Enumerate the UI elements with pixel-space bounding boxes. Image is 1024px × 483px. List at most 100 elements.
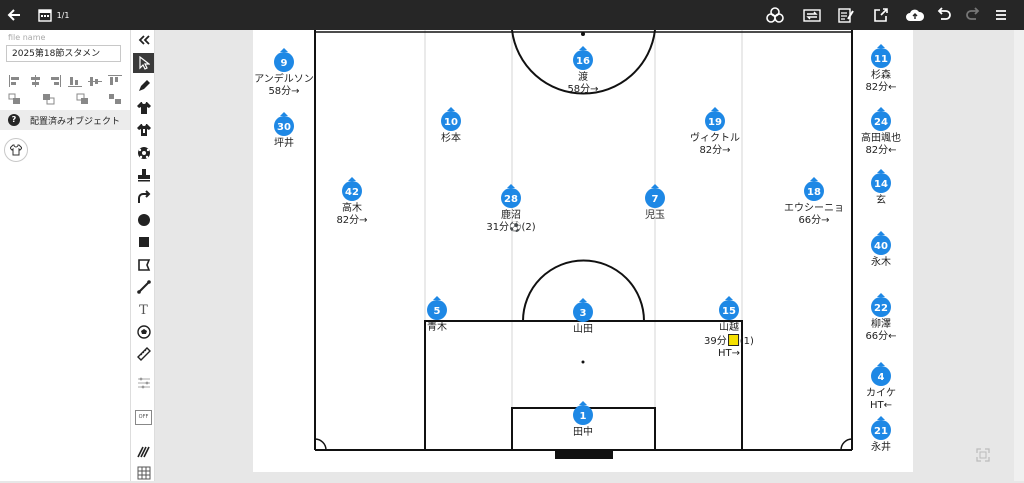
player-number: 14	[874, 179, 888, 190]
swap-icon[interactable]	[800, 0, 824, 30]
player-name: 高木 82分→	[336, 203, 368, 226]
circle-tool-icon[interactable]	[133, 210, 154, 230]
player-number-badge: 16	[573, 46, 593, 70]
player-number: 1	[580, 411, 587, 422]
menu-icon[interactable]	[992, 0, 1010, 30]
player-number: 4	[878, 372, 885, 383]
align-top-icon[interactable]	[108, 72, 122, 85]
formation-grid-icon[interactable]	[133, 373, 154, 393]
player-name: 渡 58分→	[567, 72, 599, 95]
player-number: 30	[277, 122, 291, 133]
send-back-icon[interactable]	[76, 90, 90, 104]
top-toolbar: 1/1	[0, 0, 1024, 30]
toggle-off-label: OFF	[135, 409, 152, 425]
collapse-icon[interactable]	[133, 30, 154, 50]
player-name: 玄	[876, 195, 886, 206]
player-number: 5	[434, 306, 441, 317]
player-name: 鹿沼 31分⚽(2)	[486, 210, 536, 233]
player-number: 21	[874, 426, 888, 437]
align-middle-icon[interactable]	[88, 72, 102, 86]
pitch-canvas[interactable]: 16 渡 58分→ 10 杉本 19 ヴィクトル 82分→ 42 高木 82分→ 28…	[253, 30, 913, 472]
player-name: アンデルソン 58分→	[254, 74, 314, 97]
placed-objects-label: 配置済みオブジェクト	[30, 117, 121, 127]
align-right-icon[interactable]	[48, 72, 62, 87]
align-center-h-icon[interactable]	[28, 72, 42, 87]
ungroup-icon[interactable]	[108, 90, 122, 104]
calendar-icon[interactable]	[36, 0, 54, 30]
tool-strip: T OFF	[130, 30, 155, 481]
player-name: 青木	[427, 322, 447, 333]
ball-pattern-tool-icon[interactable]	[133, 322, 154, 342]
polygon-tool-icon[interactable]	[133, 255, 154, 275]
player-number-badge: 4	[871, 362, 891, 386]
player-name: 山田	[573, 324, 593, 335]
grid-pattern-tool-icon[interactable]	[133, 463, 154, 483]
player-number: 24	[874, 117, 888, 128]
player-number-badge: 11	[871, 44, 891, 68]
placed-objects-header[interactable]: ? 配置済みオブジェクト	[0, 110, 130, 130]
player-name: 杉森 82分←	[865, 70, 897, 93]
player-number-badge: 10	[441, 107, 461, 131]
shirt-alt-tool-icon[interactable]	[133, 120, 154, 140]
align-bottom-icon[interactable]	[68, 72, 82, 87]
player-number-badge: 19	[705, 107, 725, 131]
toggle-off-button[interactable]: OFF	[133, 407, 154, 427]
player-number: 9	[281, 58, 288, 69]
player-number-badge: 7	[645, 184, 665, 208]
player-number-badge: 5	[427, 296, 447, 320]
player-number-badge: 9	[274, 48, 294, 72]
player-name: 田中	[573, 427, 593, 438]
player-name: 坪井	[274, 138, 294, 149]
text-tool-icon[interactable]: T	[133, 300, 154, 320]
help-icon[interactable]: ?	[8, 114, 20, 126]
player-name: 永井	[871, 442, 891, 453]
player-number-badge: 42	[342, 177, 362, 201]
back-arrow-icon[interactable]	[4, 0, 24, 30]
group-icon[interactable]	[8, 90, 22, 104]
pattern-tool-icon[interactable]	[133, 442, 154, 462]
pen-tool-icon[interactable]	[133, 76, 154, 96]
bring-front-icon[interactable]	[42, 90, 56, 105]
line-tool-icon[interactable]	[133, 277, 154, 297]
player-name: ヴィクトル 82分→	[690, 133, 740, 156]
player-number: 16	[576, 56, 590, 67]
edit-notes-icon[interactable]	[836, 0, 856, 30]
shirt-tool-icon[interactable]	[133, 98, 154, 118]
player-number-badge: 14	[871, 169, 891, 193]
player-name: カイケ HT←	[866, 388, 896, 411]
shirt-icon[interactable]	[4, 138, 28, 162]
cloud-upload-icon[interactable]	[904, 0, 926, 30]
player-number-badge: 21	[871, 416, 891, 440]
ruler-tool-icon[interactable]	[133, 344, 154, 364]
player-number-badge: 24	[871, 107, 891, 131]
stamp-tool-icon[interactable]	[133, 165, 154, 185]
share-icon[interactable]	[871, 0, 891, 30]
player-number: 18	[807, 187, 821, 198]
align-left-icon[interactable]	[8, 72, 22, 87]
player-number-badge: 30	[274, 112, 294, 136]
player-number: 3	[580, 308, 587, 319]
yellow-card-icon	[727, 334, 739, 346]
player-name: 児玉	[645, 210, 665, 221]
undo-icon[interactable]	[934, 0, 954, 30]
redo-icon[interactable]	[963, 0, 983, 30]
vertical-scrollbar[interactable]	[1014, 30, 1024, 481]
player-number: 7	[652, 194, 659, 205]
page-counter: 1/1	[56, 10, 70, 20]
rect-tool-icon[interactable]	[133, 232, 154, 252]
player-number: 22	[874, 303, 888, 314]
player-number-badge: 18	[804, 177, 824, 201]
player-name: 高田颯也 82分←	[861, 133, 901, 156]
player-number: 19	[708, 117, 722, 128]
formation-icon[interactable]	[764, 0, 786, 30]
pointer-tool-icon[interactable]	[133, 53, 154, 73]
curve-arrow-tool-icon[interactable]	[133, 187, 154, 207]
player-number-badge: 40	[871, 231, 891, 255]
player-name: 柳澤 66分←	[865, 319, 897, 342]
ball-tool-icon[interactable]	[133, 143, 154, 163]
left-panel: file name 2025第18節スタメン ? 配置済みオブジェクト	[0, 30, 130, 481]
file-name-input[interactable]: 2025第18節スタメン	[6, 45, 121, 62]
fullscreen-icon[interactable]	[976, 447, 990, 462]
player-number: 28	[504, 194, 518, 205]
player-name: 山越 39分 (1) HT→	[704, 322, 754, 359]
